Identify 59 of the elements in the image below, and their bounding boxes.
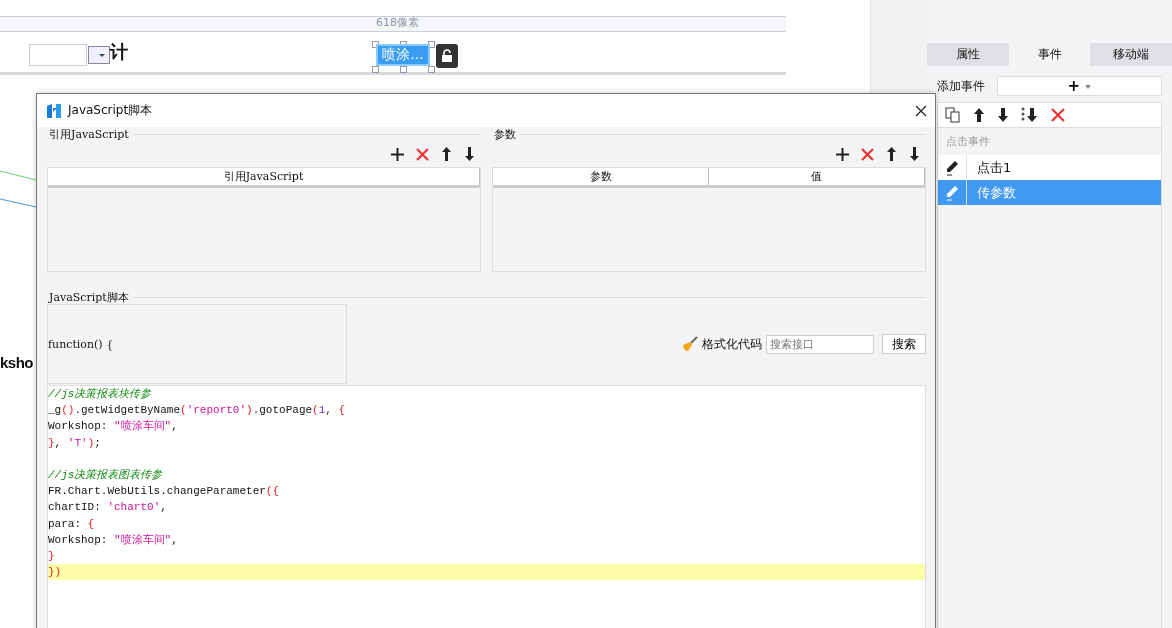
format-code-label[interactable]: 格式化代码	[702, 335, 762, 353]
code-line: para: {	[48, 517, 95, 530]
copy-icon[interactable]	[945, 107, 961, 123]
down-arrow-icon[interactable]	[997, 107, 1009, 123]
caret-icon	[99, 53, 105, 57]
input-field[interactable]	[29, 44, 87, 66]
pencil-icon	[945, 159, 959, 176]
search-field[interactable]: 搜索接口	[766, 334, 874, 354]
code-line: }, 'T');	[48, 436, 101, 449]
dialog-title: JavaScript脚本	[68, 102, 154, 119]
search-button[interactable]: 搜索	[882, 334, 926, 354]
delete-icon[interactable]	[861, 147, 874, 161]
chart-lines-drawing	[0, 170, 36, 208]
column-header: 参数	[493, 168, 709, 185]
up-arrow-icon[interactable]	[886, 147, 897, 161]
panel-tab[interactable]: 移动端	[1090, 43, 1172, 66]
pencil-icon	[945, 184, 959, 201]
section-heading: JavaScript脚本	[49, 289, 129, 305]
caret-icon	[1085, 84, 1092, 89]
up-arrow-icon[interactable]	[441, 147, 452, 161]
section-heading: 引用JavaScript	[49, 126, 129, 142]
section-label: 点击事件	[945, 134, 991, 150]
panel-tab[interactable]: 属性	[927, 43, 1009, 66]
close-icon[interactable]	[915, 104, 927, 117]
code-line: //js决策报表图表传参	[48, 468, 163, 481]
code-line: }	[48, 549, 55, 562]
code-line: chartID: 'chart0',	[48, 501, 167, 514]
delete-icon[interactable]	[1051, 108, 1065, 122]
delete-icon[interactable]	[416, 147, 429, 161]
code-line: Workshop: "喷涂车间",	[48, 533, 178, 546]
up-arrow-icon[interactable]	[973, 107, 985, 123]
section-heading: 参数	[494, 126, 516, 142]
event-item[interactable]: 点击1	[938, 155, 1161, 180]
add-event-button[interactable]: +	[997, 76, 1162, 96]
down-arrow-icon[interactable]	[464, 147, 475, 161]
broom-icon[interactable]	[682, 336, 698, 352]
column-header: 值	[709, 168, 925, 185]
cut-label: 计	[110, 40, 128, 64]
resize-handle[interactable]	[372, 66, 379, 73]
move-bottom-icon[interactable]	[1021, 107, 1039, 123]
resize-handle[interactable]	[428, 66, 435, 73]
down-arrow-icon[interactable]	[909, 147, 920, 161]
column-header: 引用JavaScript	[48, 168, 480, 185]
add-icon[interactable]	[391, 147, 404, 161]
add-event-label: 添加事件	[937, 77, 985, 95]
code-line: //js决策报表块传参	[48, 388, 152, 400]
dropdown-button[interactable]	[88, 46, 110, 64]
code-line: _g().getWidgetByName('report0').gotoPage(1, {	[48, 404, 346, 417]
add-icon[interactable]	[836, 147, 849, 161]
code-line: FR.Chart.WebUtils.changeParameter({	[48, 485, 280, 498]
function-signature: function() {	[48, 337, 114, 351]
ruler-label: 618像素	[376, 15, 419, 30]
cut-label: ksho	[0, 354, 33, 371]
code-line: Workshop: "喷涂车间",	[48, 420, 178, 433]
code-line: })	[48, 566, 62, 579]
resize-handle[interactable]	[400, 66, 407, 73]
code-editor[interactable]: //js决策报表块传参 _g().getWidgetByName('report0').gotoPage(1, { Workshop: "喷涂车间", }, 'T'); //js决策报表图表传参 FR.Chart.WebUtils.changeParameter({ chartID: 'chart0', para: { Workshop: "喷涂车间", } })	[47, 385, 926, 628]
lock-icon[interactable]	[436, 44, 458, 68]
app-logo-icon	[46, 102, 62, 119]
